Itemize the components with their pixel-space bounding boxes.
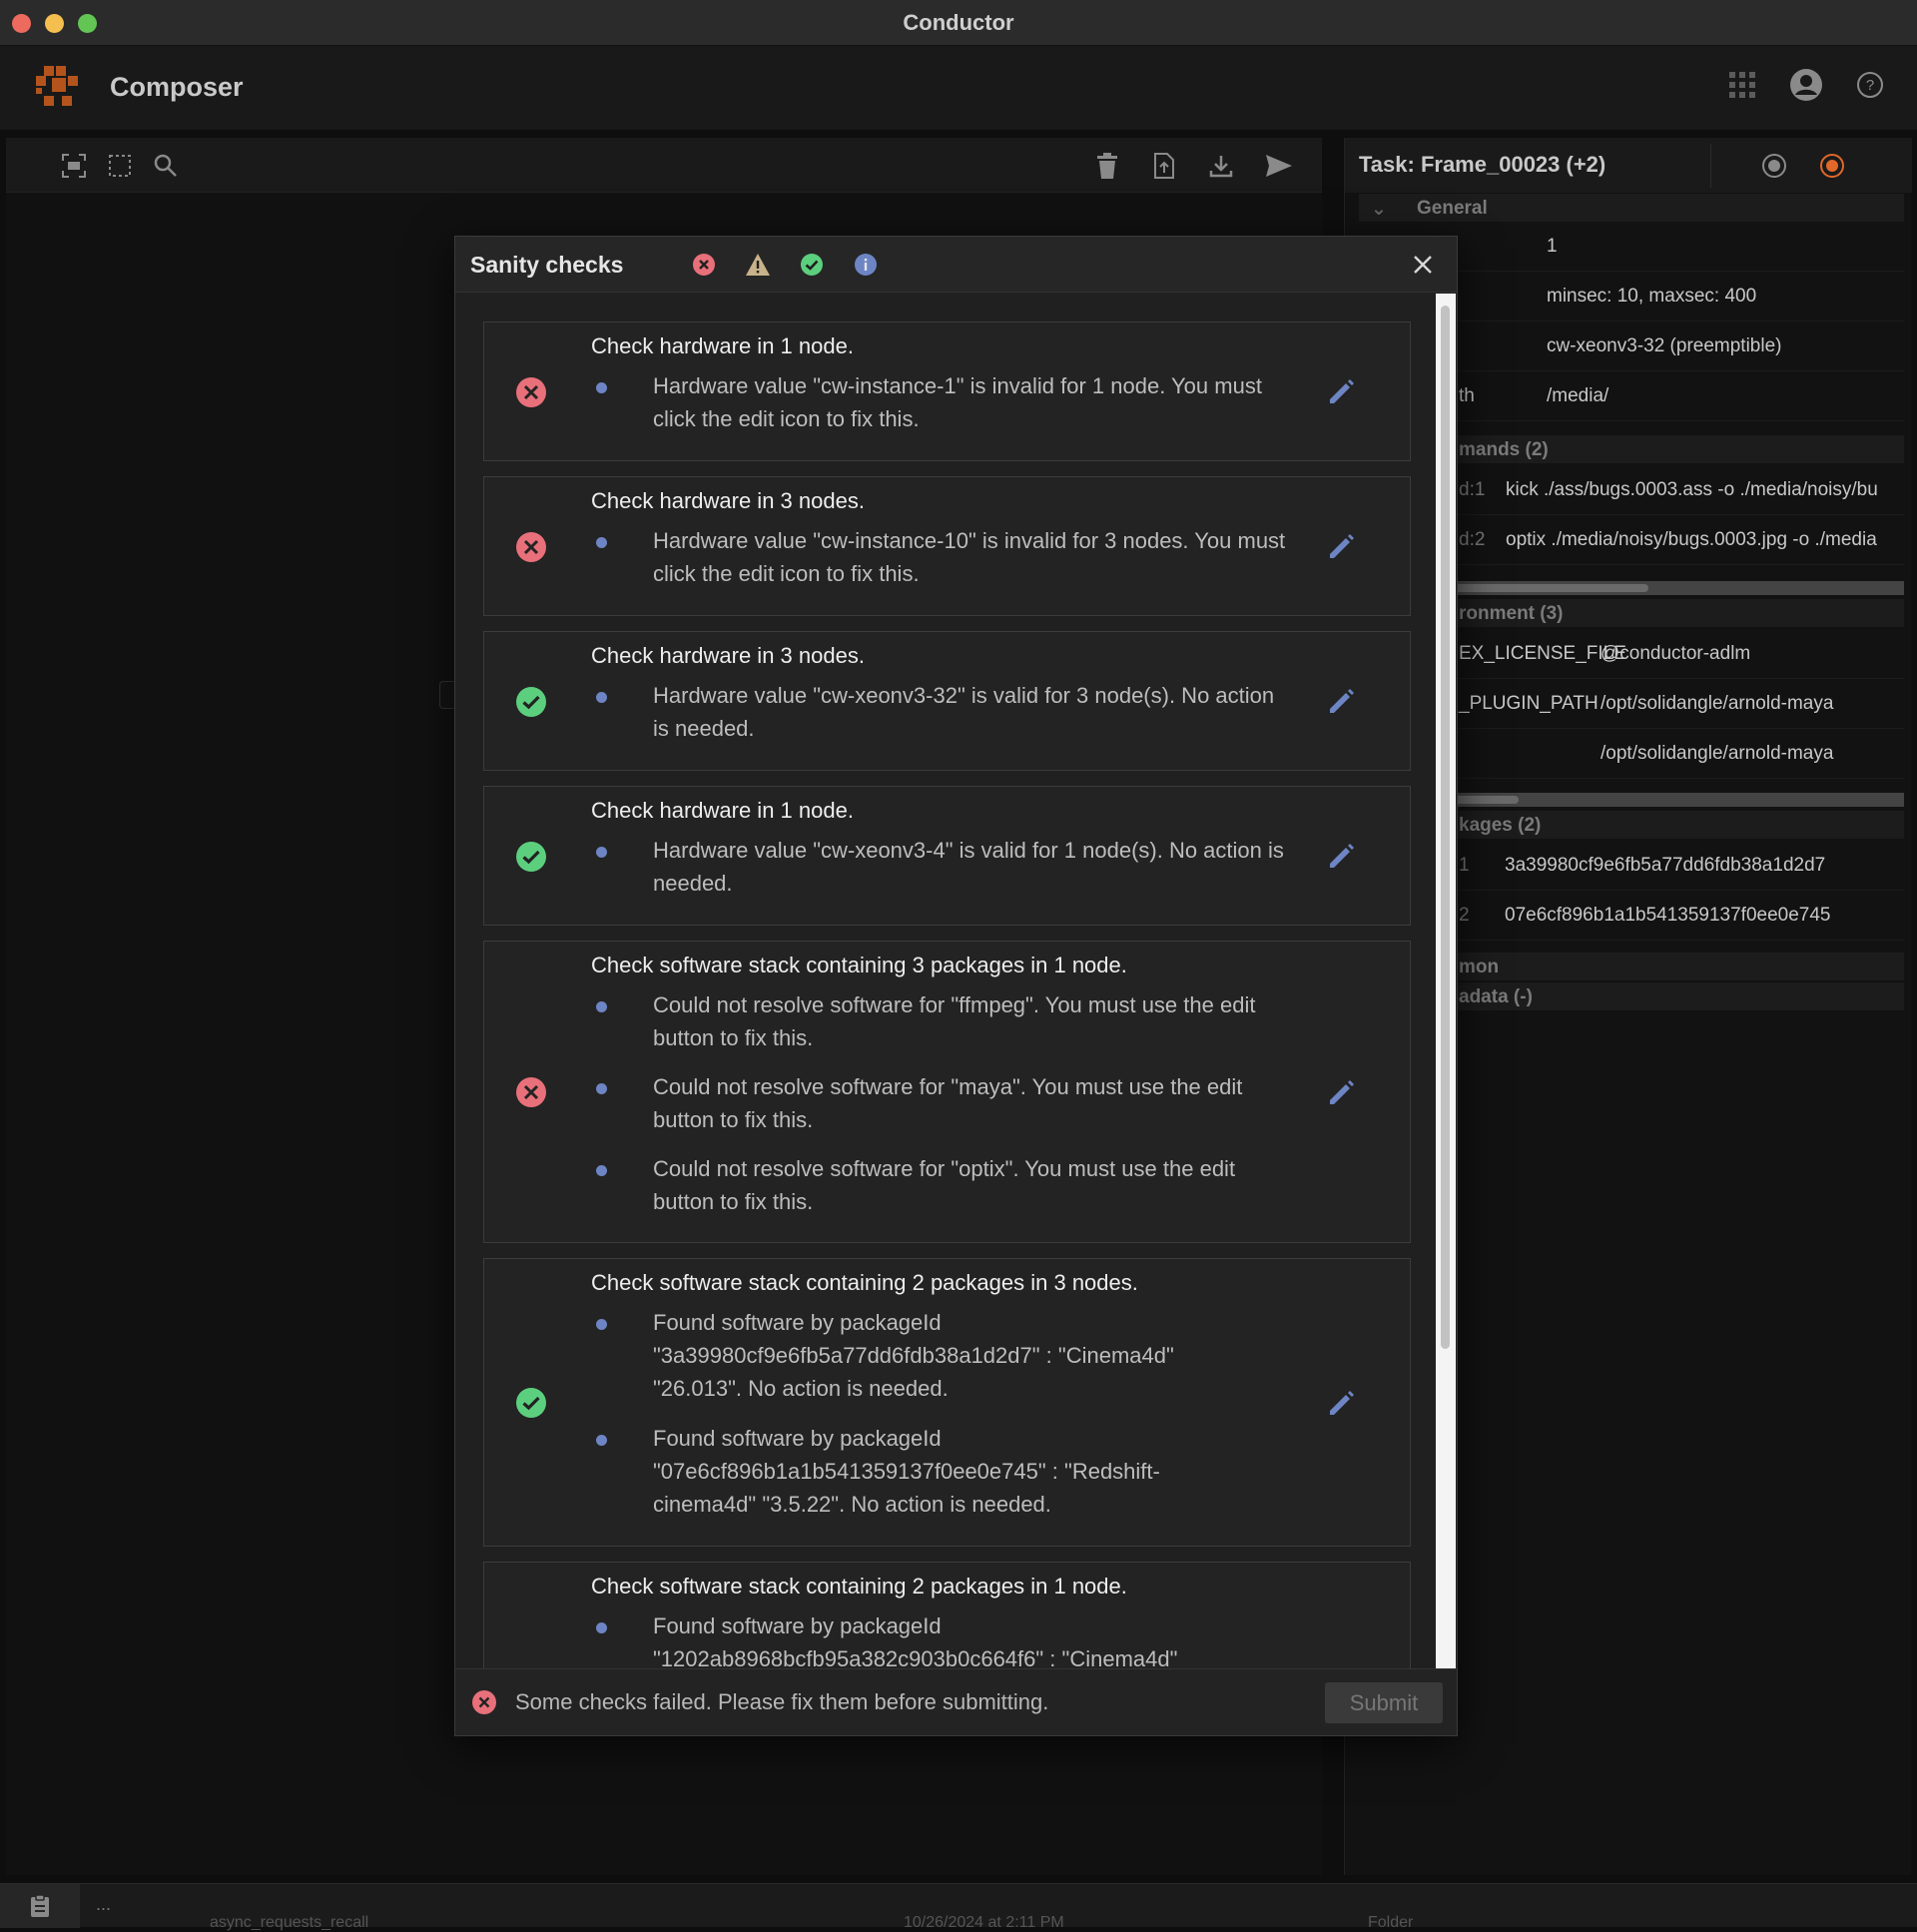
check-card: Check software stack containing 2 packag… (483, 1258, 1411, 1547)
bullet-icon (596, 1001, 607, 1012)
check-message: Found software by packageId "1202ab8968b… (653, 1613, 1178, 1668)
status-bar: ... async_requests_recall 10/26/2024 at … (0, 1883, 1917, 1931)
search-icon[interactable] (151, 151, 181, 181)
footer-status-message: Some checks failed. Please fix them befo… (515, 1689, 1049, 1714)
bullet-icon (596, 1435, 607, 1446)
select-area-icon[interactable] (105, 151, 135, 181)
filter-success-icon[interactable] (798, 251, 826, 279)
success-icon (516, 687, 546, 717)
edit-icon[interactable] (1324, 373, 1360, 409)
check-message: Could not resolve software for "optix". … (653, 1156, 1236, 1214)
filter-info-icon[interactable] (852, 251, 880, 279)
check-card: Check software stack containing 2 packag… (483, 1562, 1411, 1668)
check-title: Check hardware in 3 nodes. (591, 643, 865, 668)
window-controls (12, 14, 97, 33)
zoom-window-button[interactable] (78, 14, 97, 33)
check-title: Check software stack containing 2 packag… (591, 1270, 1138, 1295)
check-title: Check hardware in 1 node. (591, 798, 854, 823)
close-window-button[interactable] (12, 14, 31, 33)
task-title: Task: Frame_00023 (+2) (1359, 152, 1606, 177)
bullet-icon (596, 1622, 607, 1633)
check-title: Check software stack containing 3 packag… (591, 953, 1127, 977)
record-active-icon[interactable] (1818, 152, 1846, 180)
success-icon (516, 842, 546, 872)
help-icon[interactable]: ? (1853, 68, 1887, 102)
task-panel-header: Task: Frame_00023 (+2) (1345, 138, 1912, 193)
background-file-name: async_requests_recall (210, 1914, 369, 1931)
bullet-icon (596, 1165, 607, 1176)
check-card: Check hardware in 1 node. Hardware value… (483, 786, 1411, 926)
check-message: Could not resolve software for "maya". Y… (653, 1074, 1243, 1132)
background-file-kind: Folder (1368, 1914, 1414, 1931)
svg-text:?: ? (1866, 77, 1874, 94)
dialog-footer: Some checks failed. Please fix them befo… (455, 1668, 1457, 1735)
bullet-icon (596, 1083, 607, 1094)
check-title: Check software stack containing 2 packag… (591, 1574, 1127, 1599)
check-card: Check hardware in 1 node. Hardware value… (483, 322, 1411, 461)
check-message: Hardware value "cw-instance-10" is inval… (653, 528, 1286, 586)
error-icon (516, 532, 546, 562)
collapse-handle[interactable] (439, 681, 455, 709)
check-message: Found software by packageId "07e6cf896b1… (653, 1426, 1160, 1517)
close-icon[interactable] (1409, 251, 1437, 279)
filter-warnings-icon[interactable] (744, 251, 772, 279)
edit-icon[interactable] (1324, 683, 1360, 719)
bullet-icon (596, 1319, 607, 1330)
conductor-logo-icon (36, 66, 78, 108)
sanity-checks-dialog: Sanity checks Check hardware in 1 node. … (454, 236, 1458, 1736)
record-toggle-icon[interactable] (1760, 152, 1788, 180)
account-icon[interactable] (1789, 68, 1823, 102)
error-icon (516, 1077, 546, 1107)
check-title: Check hardware in 3 nodes. (591, 488, 865, 513)
edit-icon[interactable] (1324, 528, 1360, 564)
check-message: Hardware value "cw-xeonv3-32" is valid f… (653, 683, 1275, 741)
check-message: Hardware value "cw-instance-1" is invali… (653, 373, 1262, 431)
app-name: Composer (110, 72, 244, 102)
edit-icon[interactable] (1324, 1385, 1360, 1421)
chevron-down-icon: ⌄ (1371, 199, 1387, 220)
check-message: Hardware value "cw-xeonv3-4" is valid fo… (653, 838, 1284, 896)
upload-file-icon[interactable] (1149, 151, 1179, 181)
check-title: Check hardware in 1 node. (591, 333, 854, 358)
status-ellipsis: ... (96, 1894, 112, 1914)
clipboard-icon[interactable] (0, 1884, 80, 1928)
window-title: Conductor (903, 9, 1014, 35)
dialog-header: Sanity checks (455, 237, 1457, 293)
apps-grid-icon[interactable] (1725, 68, 1759, 102)
bullet-icon (596, 382, 607, 393)
section-general[interactable]: ⌄ General (1359, 194, 1904, 222)
filter-errors-icon[interactable] (690, 251, 718, 279)
check-message: Found software by packageId "3a39980cf9e… (653, 1310, 1174, 1401)
download-icon[interactable] (1206, 151, 1236, 181)
check-card: Check hardware in 3 nodes. Hardware valu… (483, 631, 1411, 771)
dialog-title: Sanity checks (470, 252, 624, 278)
edit-icon[interactable] (1324, 1074, 1360, 1110)
app-header: Composer ? (0, 46, 1917, 130)
dialog-scrollbar-thumb[interactable] (1441, 306, 1450, 1349)
submit-button[interactable]: Submit (1325, 1682, 1443, 1723)
error-icon (516, 377, 546, 407)
fit-view-icon[interactable] (59, 151, 89, 181)
error-icon (472, 1690, 496, 1714)
checks-list[interactable]: Check hardware in 1 node. Hardware value… (455, 294, 1457, 1668)
edit-icon[interactable] (1324, 838, 1360, 874)
check-message: Could not resolve software for "ffmpeg".… (653, 992, 1256, 1050)
check-card: Check software stack containing 3 packag… (483, 941, 1411, 1243)
background-file-date: 10/26/2024 at 2:11 PM (904, 1914, 1064, 1931)
window-titlebar: Conductor (0, 0, 1917, 46)
check-card: Check hardware in 3 nodes. Hardware valu… (483, 476, 1411, 616)
delete-icon[interactable] (1092, 151, 1122, 181)
bullet-icon (596, 692, 607, 703)
submit-send-icon[interactable] (1264, 151, 1294, 181)
minimize-window-button[interactable] (45, 14, 64, 33)
bullet-icon (596, 537, 607, 548)
canvas-toolbar (6, 138, 1322, 193)
success-icon (516, 1388, 546, 1418)
bullet-icon (596, 847, 607, 858)
